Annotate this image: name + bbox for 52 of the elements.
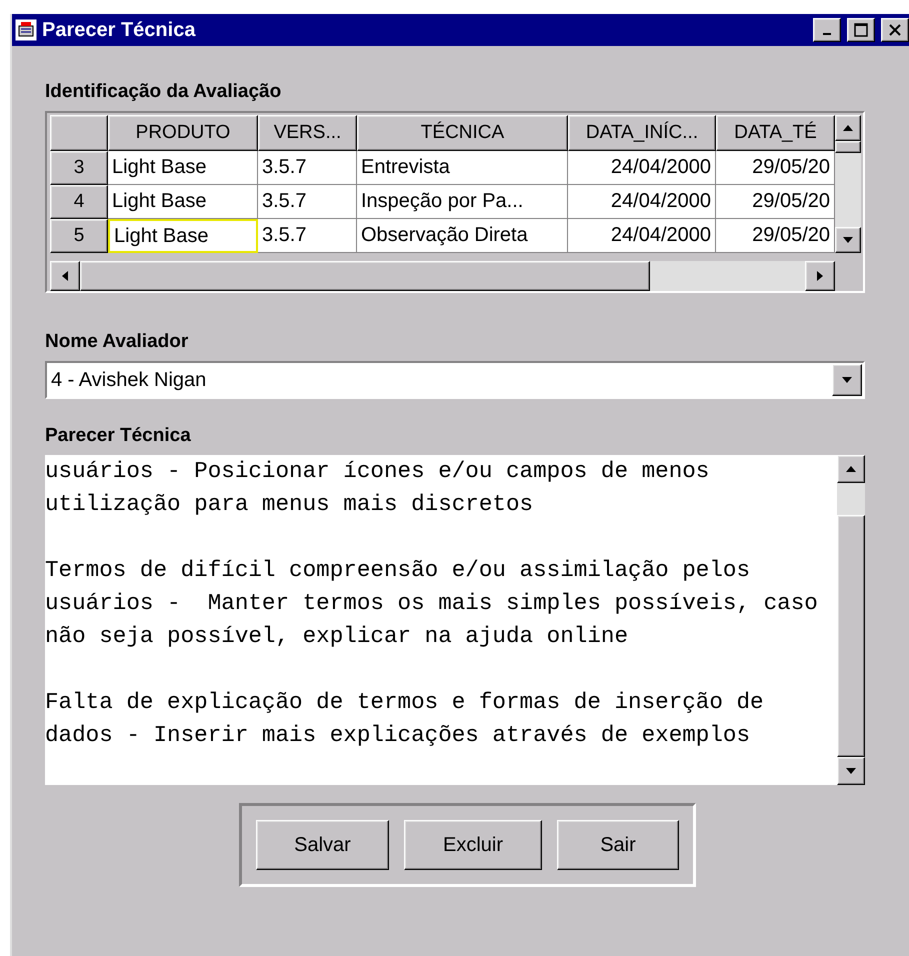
- scroll-thumb[interactable]: [835, 141, 861, 153]
- table-cell[interactable]: Light Base: [108, 219, 258, 253]
- table-cell[interactable]: Inspeção por Pa...: [357, 185, 568, 219]
- minimize-icon: [823, 33, 831, 35]
- field-label: Nome Avaliador: [45, 331, 190, 353]
- scroll-thumb[interactable]: [80, 261, 650, 291]
- column-header[interactable]: DATA_INÍC...: [568, 115, 716, 151]
- table-cell[interactable]: 3.5.7: [258, 151, 357, 185]
- scroll-thumb[interactable]: [837, 515, 865, 757]
- horizontal-scrollbar[interactable]: [50, 261, 835, 291]
- up-arrow-icon: [846, 466, 856, 472]
- table-cell[interactable]: Light Base: [108, 185, 258, 219]
- minimize-button[interactable]: [813, 18, 841, 42]
- down-arrow-icon: [846, 768, 856, 774]
- corner-header: [50, 115, 108, 151]
- evaluator-dropdown[interactable]: 4 - Avishek Nigan: [45, 361, 865, 399]
- table-cell[interactable]: 3.5.7: [258, 219, 357, 253]
- table-cell[interactable]: 29/05/20: [716, 151, 835, 185]
- row-header[interactable]: 5: [50, 219, 108, 253]
- table-cell[interactable]: 29/05/20: [716, 185, 835, 219]
- table-cell[interactable]: Light Base: [108, 151, 258, 185]
- table-cell[interactable]: 24/04/2000: [568, 151, 716, 185]
- vertical-scrollbar[interactable]: [837, 455, 865, 785]
- close-icon: [889, 24, 901, 36]
- column-header[interactable]: PRODUTO: [108, 115, 258, 151]
- right-arrow-icon: [817, 271, 823, 281]
- table-cell[interactable]: 24/04/2000: [568, 219, 716, 253]
- window-title: Parecer Técnica: [42, 18, 197, 42]
- table-cell[interactable]: Entrevista: [357, 151, 568, 185]
- column-header[interactable]: TÉCNICA: [357, 115, 568, 151]
- row-header[interactable]: 4: [50, 185, 108, 219]
- field-label: Parecer Técnica: [45, 425, 192, 447]
- table-cell[interactable]: 3.5.7: [258, 185, 357, 219]
- column-header[interactable]: VERS...: [258, 115, 357, 151]
- vertical-scrollbar[interactable]: [835, 115, 861, 253]
- down-arrow-icon: [843, 237, 853, 243]
- row-header[interactable]: 3: [50, 151, 108, 185]
- action-button[interactable]: Salvar: [256, 820, 389, 870]
- up-arrow-icon: [843, 125, 853, 131]
- down-arrow-icon: [842, 377, 852, 383]
- action-button[interactable]: Excluir: [404, 820, 542, 870]
- action-button[interactable]: Sair: [557, 820, 679, 870]
- left-arrow-icon: [62, 271, 68, 281]
- maximize-icon: [854, 23, 868, 37]
- table-cell[interactable]: 29/05/20: [716, 219, 835, 253]
- table-cell[interactable]: Observação Direta: [357, 219, 568, 253]
- section-label: Identificação da Avaliação: [45, 81, 282, 103]
- maximize-button[interactable]: [847, 18, 875, 42]
- text-area[interactable]: usuários - Posicionar ícones e/ou campos de menos utilização para menus mais discretos Termos de difícil compreensão e/ou assimilação pelos usuários - Manter termos os mais simples possíveis, caso não seja possível, explicar na ajuda online Falta de explicação de termos e formas de inserção de dados - Inserir mais explicações através de exemplos: [45, 455, 837, 785]
- table-cell[interactable]: 24/04/2000: [568, 185, 716, 219]
- close-button[interactable]: [881, 18, 909, 42]
- column-header[interactable]: DATA_TÉ: [716, 115, 835, 151]
